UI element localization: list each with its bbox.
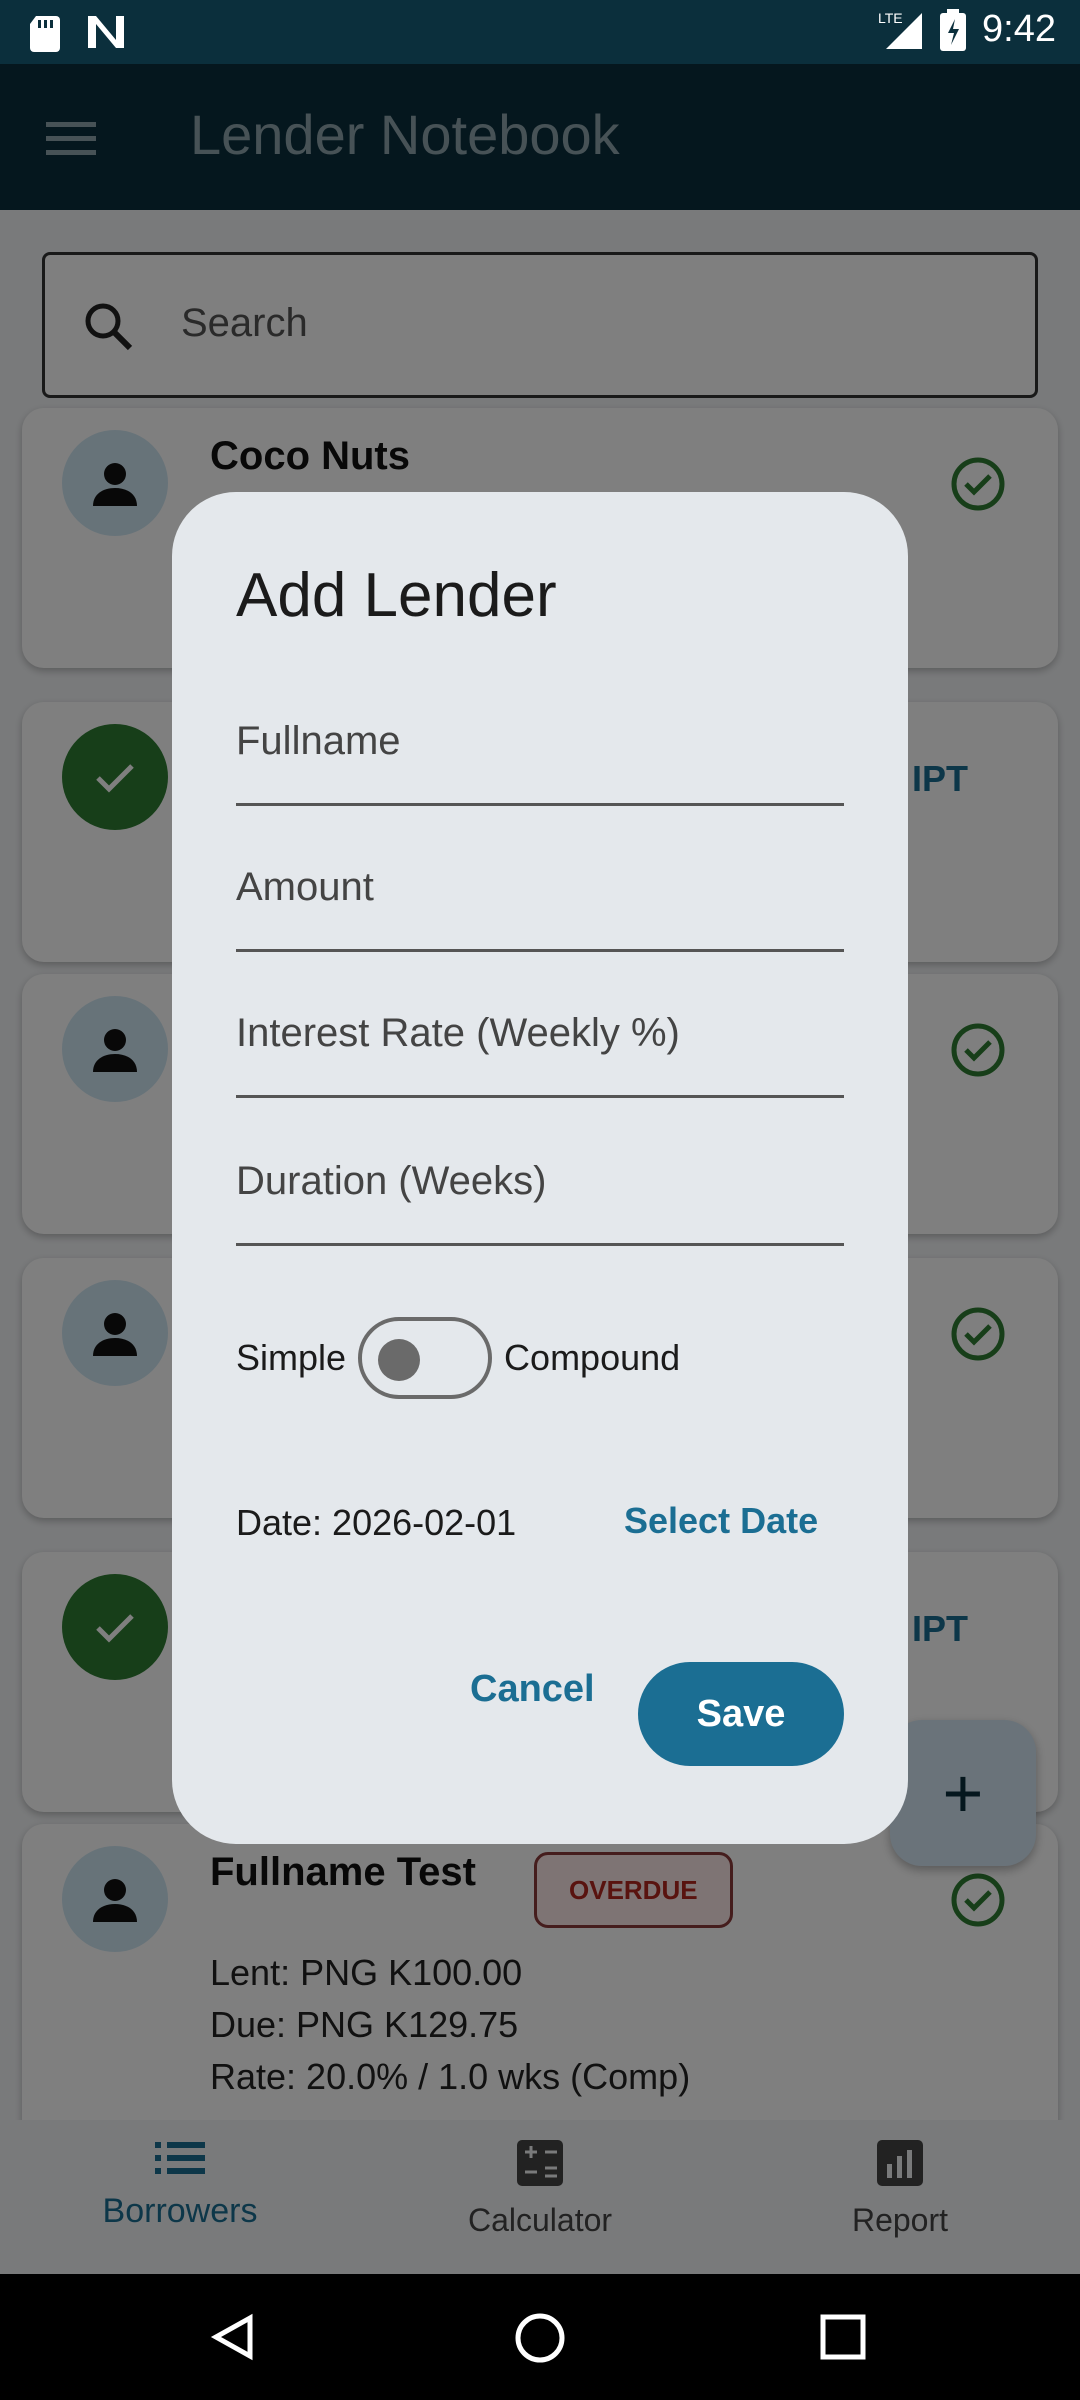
back-icon[interactable]	[208, 2312, 258, 2362]
status-time: 9:42	[982, 8, 1056, 50]
add-lender-dialog: Add Lender Simple Compound Date: 2026-02…	[172, 492, 908, 1844]
system-nav-bar	[0, 2274, 1080, 2400]
amount-field[interactable]	[236, 832, 844, 952]
save-button[interactable]: Save	[638, 1662, 844, 1766]
interest-type-row: Simple Compound	[236, 1316, 680, 1400]
signal-icon: LTE	[878, 10, 923, 49]
svg-text:LTE: LTE	[878, 10, 903, 26]
interest-rate-input[interactable]	[236, 998, 844, 1068]
battery-icon	[940, 8, 967, 51]
compound-label: Compound	[504, 1337, 681, 1378]
amount-input[interactable]	[236, 852, 844, 922]
fullname-input[interactable]	[236, 706, 844, 776]
duration-field[interactable]	[236, 1126, 844, 1246]
recents-icon[interactable]	[820, 2314, 866, 2360]
duration-input[interactable]	[236, 1146, 844, 1216]
dialog-title: Add Lender	[236, 561, 557, 630]
date-value: Date: 2026-02-01	[236, 1502, 517, 1543]
interest-rate-field[interactable]	[236, 978, 844, 1098]
select-date-button[interactable]: Select Date	[624, 1500, 818, 1542]
fullname-field[interactable]	[236, 686, 844, 806]
cancel-button[interactable]: Cancel	[470, 1668, 595, 1711]
home-icon[interactable]	[514, 2312, 566, 2364]
status-bar: LTE 9:42	[0, 0, 1080, 64]
sd-card-icon	[30, 16, 60, 52]
interest-type-toggle[interactable]	[358, 1317, 493, 1399]
notification-n-icon	[88, 16, 124, 48]
toggle-knob	[378, 1339, 421, 1381]
simple-label: Simple	[236, 1337, 347, 1378]
